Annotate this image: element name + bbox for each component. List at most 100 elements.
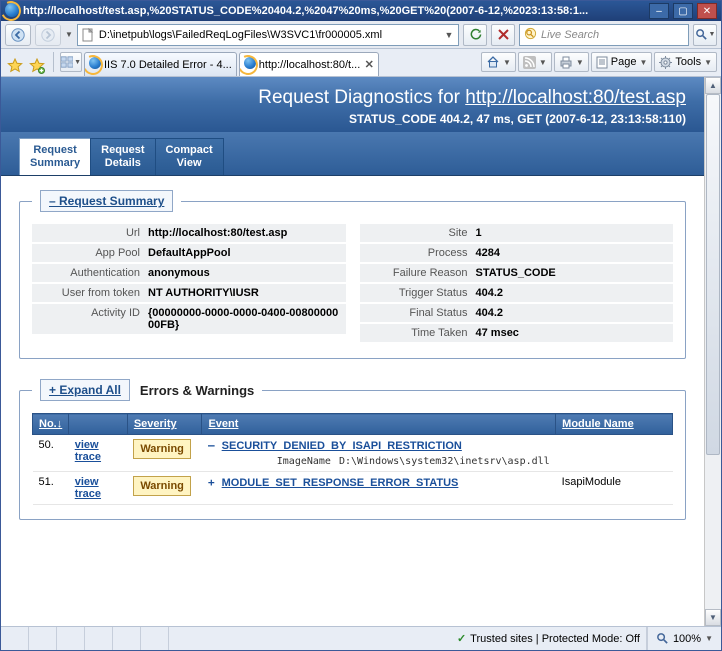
page-content: Request Diagnostics for http://localhost…: [1, 77, 704, 626]
search-placeholder: Live Search: [541, 29, 599, 41]
tab-compact-view[interactable]: Compact View: [155, 138, 224, 175]
table-row: 50. view trace Warning – SECURITY_DENIED…: [33, 435, 673, 472]
expand-all-button[interactable]: + Expand All: [40, 379, 130, 401]
summary-trigger-status: 404.2: [476, 287, 668, 299]
summary-apppool: DefaultAppPool: [148, 247, 340, 259]
search-dropdown-icon[interactable]: ▼: [709, 31, 716, 38]
scroll-up-button[interactable]: ▲: [705, 77, 721, 94]
command-bar: ▼ ▼ ▼ Page▼ Tools▼: [481, 52, 717, 72]
ie-icon: [244, 57, 256, 72]
browser-tab-0[interactable]: IIS 7.0 Detailed Error - 4...: [84, 52, 237, 76]
history-dropdown-icon[interactable]: ▼: [65, 30, 73, 39]
view-trace-link[interactable]: view trace: [75, 439, 101, 463]
browser-tab-1[interactable]: http://localhost:80/t... ✕: [239, 52, 379, 76]
summary-url: http://localhost:80/test.asp: [148, 227, 340, 239]
col-module[interactable]: Module Name: [556, 414, 673, 435]
summary-final-status: 404.2: [476, 307, 668, 319]
errors-section: + Expand All Errors & Warnings No.↓ Seve…: [19, 379, 686, 520]
tab-label: IIS 7.0 Detailed Error - 4...: [104, 59, 232, 71]
summary-auth: anonymous: [148, 267, 340, 279]
diag-title-link[interactable]: http://localhost:80/test.asp: [465, 87, 686, 108]
status-cell: [1, 627, 29, 650]
home-button[interactable]: ▼: [481, 52, 516, 72]
zoom-control[interactable]: 100% ▼: [647, 627, 721, 650]
collapse-icon[interactable]: –: [208, 439, 219, 452]
view-trace-link[interactable]: view trace: [75, 476, 101, 500]
view-tabs: Request Summary Request Details Compact …: [1, 132, 704, 176]
address-dropdown-icon[interactable]: ▼: [442, 30, 456, 40]
status-cell: [85, 627, 113, 650]
summary-time-taken: 47 msec: [476, 327, 668, 339]
table-row: 51. view trace Warning + MODULE_SET_RESP…: [33, 472, 673, 505]
collapse-summary-button[interactable]: – Request Summary: [40, 190, 173, 212]
security-zone[interactable]: ✓ Trusted sites | Protected Mode: Off: [451, 627, 647, 650]
severity-badge: Warning: [133, 439, 191, 459]
tab-request-summary[interactable]: Request Summary: [19, 138, 91, 175]
page-menu-button[interactable]: Page▼: [591, 52, 653, 72]
close-tab-icon[interactable]: ✕: [365, 58, 374, 71]
errors-table: No.↓ Severity Event Module Name 50. view…: [32, 413, 673, 505]
forward-button[interactable]: [35, 24, 61, 46]
quick-tabs-button[interactable]: ▼: [60, 52, 82, 72]
refresh-button[interactable]: [463, 24, 487, 46]
status-cell: [57, 627, 85, 650]
summary-user: NT AUTHORITY\IUSR: [148, 287, 340, 299]
zoom-icon: [656, 632, 669, 645]
window-close-button[interactable]: ✕: [697, 3, 717, 19]
event-link[interactable]: MODULE_SET_RESPONSE_ERROR_STATUS: [222, 477, 459, 489]
summary-site: 1: [476, 227, 668, 239]
col-no[interactable]: No.↓: [33, 414, 69, 435]
vertical-scrollbar[interactable]: ▲ ▼: [704, 77, 721, 626]
summary-left-col: Urlhttp://localhost:80/test.asp App Pool…: [32, 224, 346, 344]
expand-icon[interactable]: +: [208, 476, 219, 489]
status-cell: [113, 627, 141, 650]
separator: [53, 52, 54, 72]
window-max-button[interactable]: ▢: [673, 3, 693, 19]
status-bar: ✓ Trusted sites | Protected Mode: Off 10…: [1, 626, 721, 650]
search-provider-icon: [524, 27, 537, 43]
window-title: http://localhost/test.asp,%20STATUS_CODE…: [23, 5, 645, 17]
page-menu-label: Page: [611, 56, 637, 68]
print-button[interactable]: ▼: [554, 52, 589, 72]
ie-icon: [5, 3, 19, 20]
tools-menu-button[interactable]: Tools▼: [654, 52, 717, 72]
errors-title: Errors & Warnings: [140, 383, 254, 398]
back-button[interactable]: [5, 24, 31, 46]
tab-toolbar: ▼ IIS 7.0 Detailed Error - 4... http://l…: [1, 49, 721, 77]
stop-button[interactable]: [491, 24, 515, 46]
col-event[interactable]: Event: [202, 414, 556, 435]
zoom-level: 100%: [673, 633, 701, 645]
severity-badge: Warning: [133, 476, 191, 496]
status-cell: [141, 627, 169, 650]
request-summary-section: – Request Summary Urlhttp://localhost:80…: [19, 190, 686, 359]
address-bar[interactable]: D:\inetpub\logs\FailedReqLogFiles\W3SVC1…: [77, 24, 459, 46]
tools-menu-label: Tools: [675, 56, 701, 68]
page-icon: [80, 27, 96, 43]
status-cell: [29, 627, 57, 650]
diag-title-prefix: Request Diagnostics for: [258, 87, 465, 108]
scroll-track[interactable]: [705, 94, 721, 609]
scroll-down-button[interactable]: ▼: [705, 609, 721, 626]
feeds-button[interactable]: ▼: [518, 52, 552, 72]
event-link[interactable]: SECURITY_DENIED_BY_ISAPI_RESTRICTION: [222, 440, 462, 452]
chevron-down-icon[interactable]: ▼: [705, 634, 713, 643]
summary-activity-id: {00000000-0000-0000-0400-0080000000FB}: [148, 307, 340, 331]
summary-right-col: Site1 Process4284 Failure ReasonSTATUS_C…: [360, 224, 674, 344]
window-min-button[interactable]: –: [649, 3, 669, 19]
scroll-thumb[interactable]: [706, 94, 720, 455]
summary-process: 4284: [476, 247, 668, 259]
search-go-button[interactable]: ▼: [693, 24, 717, 46]
tab-request-details[interactable]: Request Details: [90, 138, 155, 175]
event-detail: ImageName D:\Windows\system32\inetsrv\as…: [208, 456, 550, 467]
ie-icon: [89, 57, 101, 72]
favorites-star-icon[interactable]: [5, 56, 25, 76]
add-favorite-icon[interactable]: [27, 56, 47, 76]
col-severity[interactable]: Severity: [127, 414, 202, 435]
search-input[interactable]: Live Search: [519, 24, 689, 46]
diag-subtitle: STATUS_CODE 404.2, 47 ms, GET (2007-6-12…: [19, 112, 686, 126]
chevron-down-icon[interactable]: ▼: [74, 59, 81, 66]
tab-label: http://localhost:80/t...: [259, 59, 361, 71]
nav-toolbar: ▼ D:\inetpub\logs\FailedReqLogFiles\W3SV…: [1, 21, 721, 49]
diag-header: Request Diagnostics for http://localhost…: [1, 77, 704, 132]
window-titlebar: http://localhost/test.asp,%20STATUS_CODE…: [1, 1, 721, 21]
